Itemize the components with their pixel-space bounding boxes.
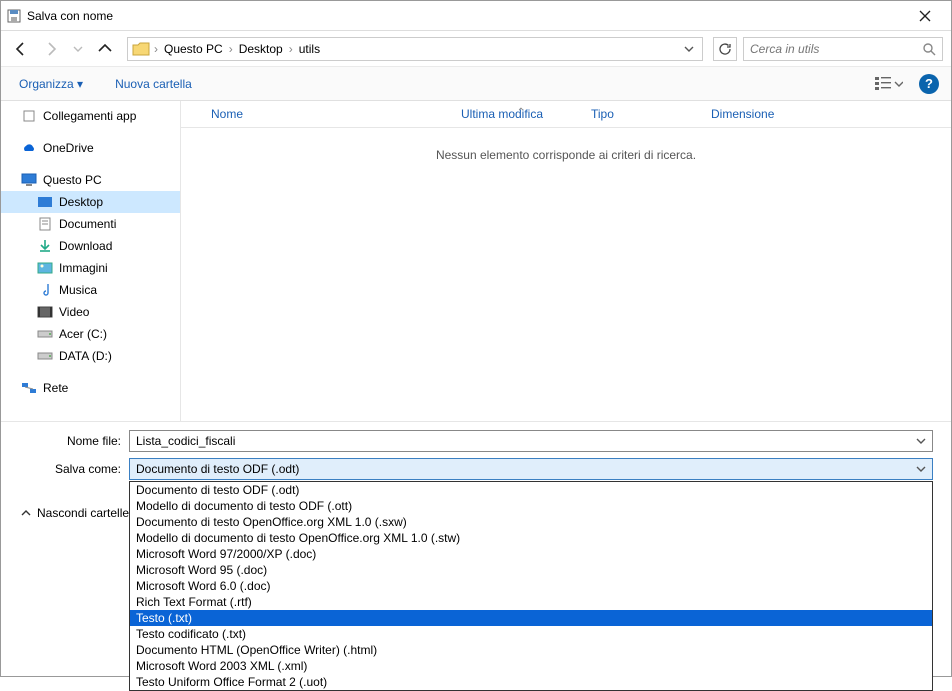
music-icon: [37, 283, 53, 297]
sidebar-item-label: DATA (D:): [59, 349, 112, 363]
saveas-label: Salva come:: [19, 462, 129, 476]
drive-icon: [37, 351, 53, 361]
sidebar-item-music[interactable]: Musica: [1, 279, 180, 301]
forward-button[interactable]: [39, 39, 63, 59]
sidebar-item-desktop[interactable]: Desktop: [1, 191, 180, 213]
sidebar-item-label: Documenti: [59, 217, 116, 231]
download-icon: [37, 239, 53, 253]
link-icon: [21, 109, 37, 123]
saveas-combobox[interactable]: Documento di testo ODF (.odt) Documento …: [129, 458, 933, 480]
view-options-button[interactable]: [869, 72, 909, 96]
sidebar-item-label: Video: [59, 305, 89, 319]
search-icon: [922, 42, 936, 56]
cloud-icon: [21, 142, 37, 154]
saveas-option[interactable]: Testo codificato (.txt): [130, 626, 932, 642]
pictures-icon: [37, 262, 53, 274]
saveas-option[interactable]: Testo Uniform Office Format 2 (.uot): [130, 674, 932, 690]
organize-menu[interactable]: Organizza ▾: [13, 73, 89, 95]
filename-value: Lista_codici_fiscali: [136, 434, 235, 448]
folder-icon: [132, 42, 150, 56]
desktop-icon: [37, 196, 53, 208]
title-bar: Salva con nome: [1, 1, 951, 31]
sidebar-item-onedrive[interactable]: OneDrive: [1, 137, 180, 159]
sidebar-item-label: Collegamenti app: [43, 109, 136, 123]
saveas-option[interactable]: Microsoft Word 6.0 (.doc): [130, 578, 932, 594]
recent-dropdown[interactable]: [69, 42, 87, 56]
network-icon: [21, 382, 37, 394]
file-list-body: Nessun elemento corrisponde ai criteri d…: [181, 128, 951, 421]
sidebar-item-label: Questo PC: [43, 173, 102, 187]
breadcrumb-dropdown[interactable]: [680, 44, 698, 54]
filename-input[interactable]: Lista_codici_fiscali: [129, 430, 933, 452]
search-input[interactable]: [750, 42, 922, 56]
search-box[interactable]: [743, 37, 943, 61]
sidebar-item-label: OneDrive: [43, 141, 94, 155]
new-folder-button[interactable]: Nuova cartella: [109, 73, 198, 95]
saveas-option[interactable]: Testo (.txt): [130, 610, 932, 626]
close-button[interactable]: [905, 2, 945, 30]
document-icon: [37, 217, 53, 231]
refresh-button[interactable]: [713, 37, 737, 61]
sidebar-item-network[interactable]: Rete: [1, 377, 180, 399]
sidebar-item-quick-access[interactable]: Collegamenti app: [1, 105, 180, 127]
sidebar-item-label: Download: [59, 239, 112, 253]
empty-message: Nessun elemento corrisponde ai criteri d…: [436, 148, 696, 421]
window-title: Salva con nome: [27, 9, 905, 23]
breadcrumb-item[interactable]: Questo PC: [158, 42, 229, 56]
chevron-down-icon: ▾: [77, 77, 83, 91]
chevron-down-icon[interactable]: [916, 436, 926, 446]
column-name[interactable]: Nome: [181, 107, 461, 121]
breadcrumb-item[interactable]: Desktop: [233, 42, 289, 56]
saveas-option[interactable]: Documento HTML (OpenOffice Writer) (.htm…: [130, 642, 932, 658]
saveas-option[interactable]: Microsoft Word 2003 XML (.xml): [130, 658, 932, 674]
sidebar-item-label: Immagini: [59, 261, 108, 275]
filename-label: Nome file:: [19, 434, 129, 448]
column-headers: ⌃ Nome Ultima modifica Tipo Dimensione: [181, 101, 951, 128]
chevron-down-icon[interactable]: [916, 464, 926, 474]
back-button[interactable]: [9, 39, 33, 59]
save-icon: [7, 9, 21, 23]
toolbar: Organizza ▾ Nuova cartella ?: [1, 67, 951, 101]
column-size[interactable]: Dimensione: [711, 107, 831, 121]
sidebar: Collegamenti app OneDrive Questo PC Desk…: [1, 101, 181, 421]
sidebar-item-video[interactable]: Video: [1, 301, 180, 323]
help-button[interactable]: ?: [919, 74, 939, 94]
saveas-option[interactable]: Modello di documento di testo ODF (.ott): [130, 498, 932, 514]
sidebar-item-this-pc[interactable]: Questo PC: [1, 169, 180, 191]
file-list-area: ⌃ Nome Ultima modifica Tipo Dimensione N…: [181, 101, 951, 421]
saveas-option[interactable]: Documento di testo OpenOffice.org XML 1.…: [130, 514, 932, 530]
breadcrumb-bar[interactable]: › Questo PC › Desktop › utils: [127, 37, 703, 61]
organize-label: Organizza: [19, 77, 74, 91]
breadcrumb-item[interactable]: utils: [293, 42, 326, 56]
sidebar-item-drive-d[interactable]: DATA (D:): [1, 345, 180, 367]
saveas-option[interactable]: Microsoft Word 95 (.doc): [130, 562, 932, 578]
video-icon: [37, 306, 53, 318]
saveas-option[interactable]: Microsoft Word 97/2000/XP (.doc): [130, 546, 932, 562]
chevron-up-icon: [21, 508, 31, 518]
saveas-selected-value: Documento di testo ODF (.odt): [136, 462, 299, 476]
sidebar-item-label: Desktop: [59, 195, 103, 209]
column-type[interactable]: Tipo: [591, 107, 711, 121]
sidebar-item-pictures[interactable]: Immagini: [1, 257, 180, 279]
saveas-option[interactable]: Modello di documento di testo OpenOffice…: [130, 530, 932, 546]
sidebar-item-label: Acer (C:): [59, 327, 107, 341]
sidebar-item-drive-c[interactable]: Acer (C:): [1, 323, 180, 345]
nav-bar: › Questo PC › Desktop › utils: [1, 31, 951, 67]
saveas-option[interactable]: Documento di testo ODF (.odt): [130, 482, 932, 498]
hide-folders-label: Nascondi cartelle: [37, 506, 129, 520]
sidebar-item-downloads[interactable]: Download: [1, 235, 180, 257]
sidebar-item-documents[interactable]: Documenti: [1, 213, 180, 235]
sidebar-item-label: Rete: [43, 381, 68, 395]
saveas-dropdown: Documento di testo ODF (.odt)Modello di …: [129, 481, 933, 691]
up-button[interactable]: [93, 39, 117, 59]
sort-indicator-icon: ⌃: [506, 107, 536, 118]
drive-icon: [37, 329, 53, 339]
pc-icon: [21, 173, 37, 187]
sidebar-item-label: Musica: [59, 283, 97, 297]
saveas-option[interactable]: Rich Text Format (.rtf): [130, 594, 932, 610]
save-form: Nome file: Lista_codici_fiscali Salva co…: [1, 421, 951, 494]
